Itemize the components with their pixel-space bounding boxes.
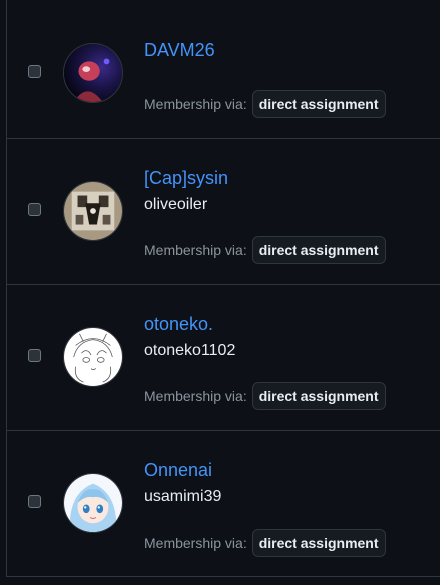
member-row: Onnenai usamimi39 Membership via: direct… [7,431,440,577]
member-display-name[interactable]: Onnenai [144,460,212,481]
membership-info: Membership via: direct assignment [144,236,386,264]
member-login: otoneko1102 [144,342,236,359]
member-display-name[interactable]: DAVM26 [144,40,215,61]
member-select-checkbox[interactable] [28,495,41,508]
membership-info: Membership via: direct assignment [144,90,386,118]
membership-label: Membership via: [144,242,247,258]
member-select-checkbox[interactable] [28,349,41,362]
avatar-image [64,182,122,240]
membership-info: Membership via: direct assignment [144,529,386,557]
avatar-image [64,44,122,102]
membership-badge: direct assignment [251,90,386,118]
member-display-name[interactable]: otoneko. [144,314,213,335]
membership-badge: direct assignment [251,236,386,264]
membership-badge: direct assignment [251,382,386,410]
member-list: DAVM26 Membership via: direct assignment… [6,0,440,577]
member-login: usamimi39 [144,488,222,505]
membership-label: Membership via: [144,388,247,404]
membership-badge: direct assignment [251,529,386,557]
onnenai-avatar[interactable] [63,473,123,533]
capsysin-avatar[interactable] [63,181,123,241]
member-login: oliveoiler [144,196,208,213]
member-row: DAVM26 Membership via: direct assignment [7,0,440,139]
member-row: [Cap]sysin oliveoiler Membership via: di… [7,139,440,285]
avatar-image [64,328,122,386]
avatar-image [64,474,122,532]
otoneko-avatar[interactable] [63,327,123,387]
membership-label: Membership via: [144,96,247,112]
member-row: otoneko. otoneko1102 Membership via: dir… [7,285,440,431]
member-display-name[interactable]: [Cap]sysin [144,168,228,189]
membership-label: Membership via: [144,535,247,551]
member-select-checkbox[interactable] [28,203,41,216]
membership-info: Membership via: direct assignment [144,382,386,410]
member-select-checkbox[interactable] [28,65,41,78]
davm26-avatar[interactable] [63,43,123,103]
